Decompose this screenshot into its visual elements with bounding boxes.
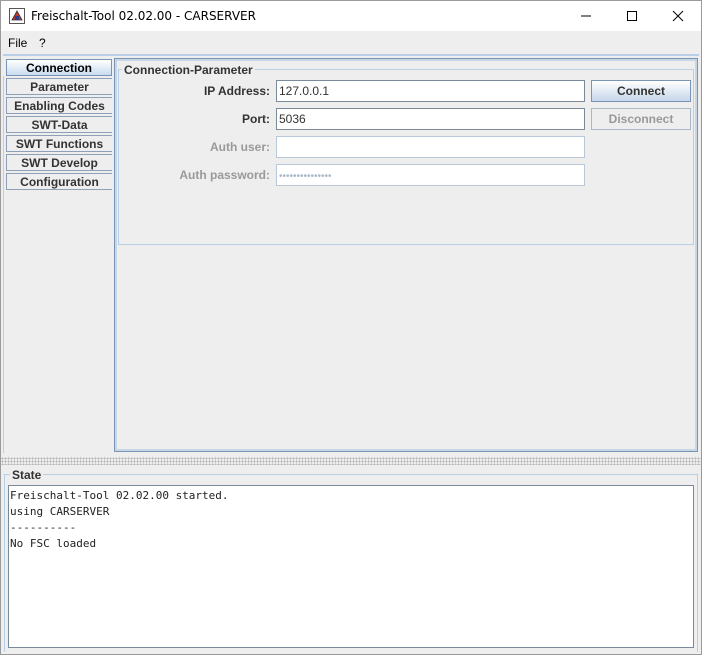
tab-swt-functions[interactable]: SWT Functions	[6, 135, 112, 152]
tab-configuration[interactable]: Configuration	[6, 173, 112, 190]
separator	[3, 54, 699, 56]
menu-file[interactable]: File	[8, 36, 27, 50]
split-pane-divider[interactable]	[1, 457, 701, 465]
window-title: Freischalt-Tool 02.02.00 - CARSERVER	[31, 9, 256, 23]
application-window: Freischalt-Tool 02.02.00 - CARSERVER Fil…	[0, 0, 702, 655]
log-line: Freischalt-Tool 02.02.00 started.	[10, 489, 229, 502]
maximize-icon	[627, 11, 637, 21]
port-field[interactable]: 5036	[276, 108, 585, 130]
log-line: ----------	[10, 521, 77, 534]
ip-address-label: IP Address:	[203, 84, 270, 98]
log-line: No FSC loaded	[10, 537, 97, 550]
disconnect-button[interactable]: Disconnect	[591, 108, 691, 130]
tab-enabling-codes[interactable]: Enabling Codes	[6, 97, 112, 114]
minimize-icon	[581, 15, 591, 17]
java-app-icon	[9, 8, 25, 24]
state-log[interactable]: Freischalt-Tool 02.02.00 started. using …	[8, 485, 694, 648]
title-bar[interactable]: Freischalt-Tool 02.02.00 - CARSERVER	[1, 1, 701, 31]
password-mask: •••••••••••••••	[279, 171, 332, 182]
tab-parameter[interactable]: Parameter	[6, 78, 112, 95]
menu-help[interactable]: ?	[39, 36, 46, 50]
auth-password-label: Auth password:	[179, 168, 270, 182]
port-label: Port:	[242, 112, 270, 126]
close-button[interactable]	[655, 1, 701, 31]
state-title: State	[10, 468, 44, 482]
auth-password-field[interactable]: •••••••••••••••	[276, 164, 585, 186]
log-line: using CARSERVER	[10, 505, 110, 518]
menu-bar: File ?	[1, 31, 701, 53]
close-icon	[672, 10, 684, 22]
minimize-button[interactable]	[563, 1, 609, 31]
maximize-button[interactable]	[609, 1, 655, 31]
auth-user-label: Auth user:	[210, 140, 270, 154]
ip-address-field[interactable]: 127.0.0.1	[276, 80, 585, 102]
group-title: Connection-Parameter	[122, 63, 255, 77]
tab-border	[3, 76, 4, 453]
tab-swt-develop[interactable]: SWT Develop	[6, 154, 112, 171]
tab-swt-data[interactable]: SWT-Data	[6, 116, 112, 133]
auth-user-field[interactable]	[276, 136, 585, 158]
tab-connection[interactable]: Connection	[6, 59, 112, 76]
connect-button[interactable]: Connect	[591, 80, 691, 102]
